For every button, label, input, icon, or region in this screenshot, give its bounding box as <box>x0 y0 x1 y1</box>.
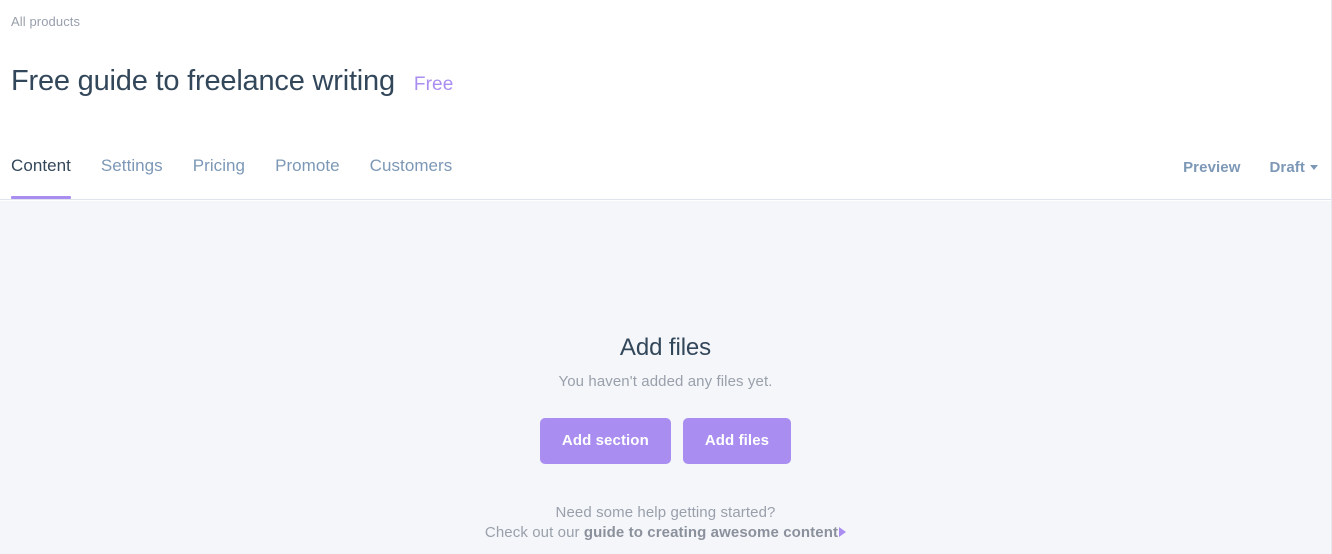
help-question: Need some help getting started? <box>555 504 776 521</box>
header-actions: Preview Draft <box>1183 159 1318 176</box>
draft-status-dropdown[interactable]: Draft <box>1269 159 1318 176</box>
help-block: Need some help getting started? Check ou… <box>0 503 1331 542</box>
product-editor-page: All products Free guide to freelance wri… <box>0 0 1332 554</box>
page-title: Free guide to freelance writing <box>11 65 395 97</box>
add-files-button[interactable]: Add files <box>682 418 792 464</box>
empty-state-subtitle: You haven't added any files yet. <box>558 373 773 390</box>
tab-settings[interactable]: Settings <box>101 154 163 199</box>
preview-button[interactable]: Preview <box>1183 159 1240 176</box>
breadcrumb-all-products[interactable]: All products <box>11 13 80 30</box>
empty-state: Add files You haven't added any files ye… <box>0 201 1331 542</box>
tab-pricing[interactable]: Pricing <box>193 154 245 199</box>
price-badge: Free <box>413 74 454 95</box>
empty-state-button-row: Add section Add files <box>0 418 1331 464</box>
arrow-right-icon <box>839 527 847 538</box>
empty-state-title: Add files <box>619 334 712 361</box>
add-section-button[interactable]: Add section <box>539 418 671 464</box>
help-link-line: Check out our guide to creating awesome … <box>0 523 1331 542</box>
tab-content[interactable]: Content <box>11 154 71 199</box>
title-row: Free guide to freelance writing Free <box>11 62 453 104</box>
chevron-down-icon <box>1310 164 1318 170</box>
help-link-prefix: Check out our <box>484 524 584 541</box>
draft-status-label: Draft <box>1269 159 1305 176</box>
page-header: All products Free guide to freelance wri… <box>0 0 1331 200</box>
content-area: Add files You haven't added any files ye… <box>0 201 1331 554</box>
tab-customers[interactable]: Customers <box>370 154 453 199</box>
guide-link[interactable]: guide to creating awesome content <box>584 524 838 541</box>
tab-promote[interactable]: Promote <box>275 154 340 199</box>
tab-bar: Content Settings Pricing Promote Custome… <box>11 154 482 199</box>
